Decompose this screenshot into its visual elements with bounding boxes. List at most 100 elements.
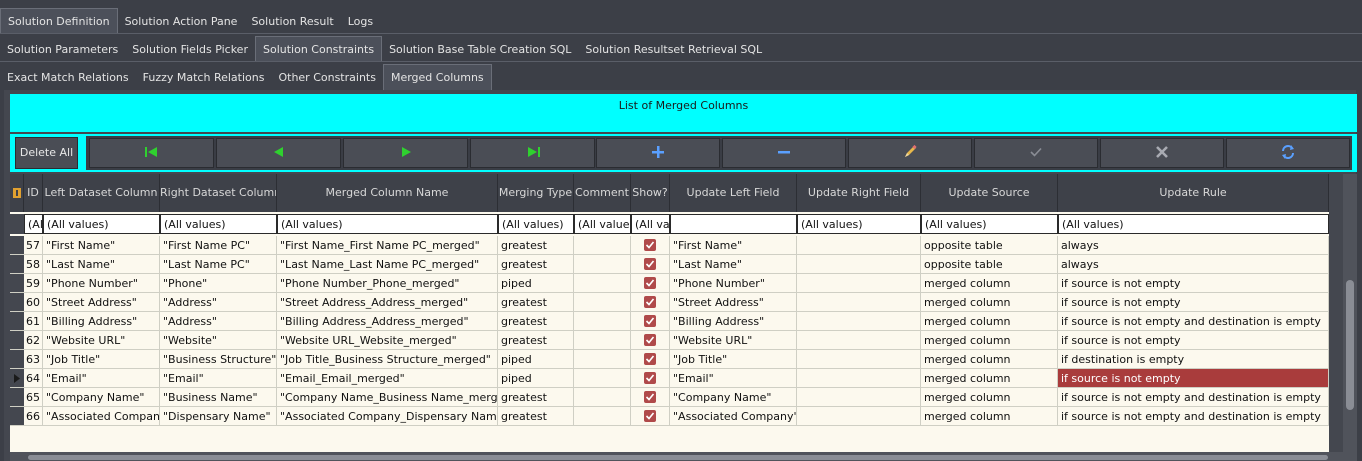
- post-button[interactable]: [974, 138, 1098, 168]
- filter-source[interactable]: (All values): [921, 214, 1058, 234]
- cell-right[interactable]: "Dispensary Name": [160, 407, 277, 426]
- filter-upd-left[interactable]: [670, 214, 797, 234]
- horizontal-scroll-thumb[interactable]: [28, 455, 1328, 460]
- filter-type[interactable]: (All values): [498, 214, 574, 234]
- column-header-upd-left[interactable]: Update Left Field: [670, 174, 797, 212]
- cell-show[interactable]: [631, 407, 670, 426]
- filter-show[interactable]: (All va: [631, 214, 670, 234]
- cell-type[interactable]: piped: [498, 274, 574, 293]
- cell-comment[interactable]: [574, 312, 631, 331]
- cell-upd-right[interactable]: [797, 312, 921, 331]
- tab-solution-parameters[interactable]: Solution Parameters: [0, 38, 125, 62]
- show-checkbox[interactable]: [644, 315, 656, 327]
- refresh-button[interactable]: [1226, 138, 1350, 168]
- cell-left[interactable]: "Phone Number": [43, 274, 160, 293]
- cell-upd-left[interactable]: "Job Title": [670, 350, 797, 369]
- cell-type[interactable]: greatest: [498, 388, 574, 407]
- cell-upd-right[interactable]: [797, 274, 921, 293]
- tab-exact-match-relations[interactable]: Exact Match Relations: [0, 66, 136, 90]
- show-checkbox[interactable]: [644, 277, 656, 289]
- row-indicator[interactable]: [10, 388, 24, 407]
- cell-merged[interactable]: "Phone Number_Phone_merged": [277, 274, 498, 293]
- cell-left[interactable]: "Company Name": [43, 388, 160, 407]
- cell-rule[interactable]: if source is not empty and destination i…: [1058, 388, 1329, 407]
- cell-left[interactable]: "Street Address": [43, 293, 160, 312]
- cell-type[interactable]: greatest: [498, 407, 574, 426]
- cell-rule[interactable]: if source is not empty: [1058, 331, 1329, 350]
- first-record-button[interactable]: [89, 138, 214, 168]
- filter-merged[interactable]: (All values): [277, 214, 498, 234]
- row-indicator[interactable]: [10, 255, 24, 274]
- tab-solution-resultset-retrieval-sql[interactable]: Solution Resultset Retrieval SQL: [578, 38, 769, 62]
- tab-solution-constraints[interactable]: Solution Constraints: [254, 36, 383, 62]
- row-indicator[interactable]: [10, 407, 24, 426]
- cell-comment[interactable]: [574, 407, 631, 426]
- cell-upd-left[interactable]: "Associated Company": [670, 407, 797, 426]
- cell-show[interactable]: [631, 236, 670, 255]
- cell-source[interactable]: merged column: [921, 312, 1058, 331]
- cell-right[interactable]: "Business Name": [160, 388, 277, 407]
- cell-upd-right[interactable]: [797, 369, 921, 388]
- cell-left[interactable]: "Email": [43, 369, 160, 388]
- cell-merged[interactable]: "Billing Address_Address_merged": [277, 312, 498, 331]
- insert-button[interactable]: [596, 138, 720, 168]
- show-checkbox[interactable]: [644, 391, 656, 403]
- cell-id[interactable]: 58: [24, 255, 43, 274]
- row-indicator[interactable]: [10, 274, 24, 293]
- cell-merged[interactable]: "Associated Company_Dispensary Name_merg…: [277, 407, 498, 426]
- column-header-type[interactable]: Merging Type: [498, 174, 574, 212]
- column-header-left[interactable]: Left Dataset Column: [43, 174, 160, 212]
- cell-source[interactable]: opposite table: [921, 236, 1058, 255]
- cell-upd-right[interactable]: [797, 388, 921, 407]
- cell-upd-right[interactable]: [797, 350, 921, 369]
- tab-solution-fields-picker[interactable]: Solution Fields Picker: [125, 38, 255, 62]
- cell-show[interactable]: [631, 369, 670, 388]
- cell-left[interactable]: "First Name": [43, 236, 160, 255]
- cell-upd-left[interactable]: "Website URL": [670, 331, 797, 350]
- column-header-right[interactable]: Right Dataset Column: [160, 174, 277, 212]
- cell-comment[interactable]: [574, 369, 631, 388]
- filter-upd-right[interactable]: (All values): [797, 214, 921, 234]
- cell-source[interactable]: merged column: [921, 369, 1058, 388]
- show-checkbox[interactable]: [644, 258, 656, 270]
- cell-upd-left[interactable]: "Email": [670, 369, 797, 388]
- cell-merged[interactable]: "Company Name_Business Name_merged": [277, 388, 498, 407]
- cell-right[interactable]: "Address": [160, 312, 277, 331]
- cell-comment[interactable]: [574, 236, 631, 255]
- filter-right[interactable]: (All values): [160, 214, 277, 234]
- cell-left[interactable]: "Last Name": [43, 255, 160, 274]
- cell-upd-right[interactable]: [797, 407, 921, 426]
- tab-solution-definition[interactable]: Solution Definition: [0, 8, 118, 34]
- cell-show[interactable]: [631, 274, 670, 293]
- cell-id[interactable]: 57: [24, 236, 43, 255]
- cell-rule[interactable]: if source is not empty and destination i…: [1058, 407, 1329, 426]
- cell-merged[interactable]: "Job Title_Business Structure_merged": [277, 350, 498, 369]
- show-checkbox[interactable]: [644, 372, 656, 384]
- cell-rule[interactable]: if destination is empty: [1058, 350, 1329, 369]
- show-checkbox[interactable]: [644, 410, 656, 422]
- column-header-merged[interactable]: Merged Column Name: [277, 174, 498, 212]
- cell-id[interactable]: 66: [24, 407, 43, 426]
- filter-id[interactable]: (Al: [24, 214, 43, 234]
- cell-show[interactable]: [631, 255, 670, 274]
- cell-upd-left[interactable]: "Billing Address": [670, 312, 797, 331]
- cell-show[interactable]: [631, 388, 670, 407]
- last-record-button[interactable]: [470, 138, 595, 168]
- cell-source[interactable]: merged column: [921, 293, 1058, 312]
- cell-merged[interactable]: "Website URL_Website_merged": [277, 331, 498, 350]
- show-checkbox[interactable]: [644, 296, 656, 308]
- cell-rule[interactable]: always: [1058, 236, 1329, 255]
- cell-type[interactable]: piped: [498, 350, 574, 369]
- cell-rule[interactable]: if source is not empty: [1058, 293, 1329, 312]
- cell-upd-right[interactable]: [797, 255, 921, 274]
- cell-merged[interactable]: "Last Name_Last Name PC_merged": [277, 255, 498, 274]
- cell-rule[interactable]: if source is not empty: [1058, 369, 1329, 388]
- show-checkbox[interactable]: [644, 334, 656, 346]
- tab-solution-base-table-creation-sql[interactable]: Solution Base Table Creation SQL: [382, 38, 578, 62]
- column-header-show[interactable]: Show?: [631, 174, 670, 212]
- cell-upd-right[interactable]: [797, 236, 921, 255]
- cell-upd-left[interactable]: "Company Name": [670, 388, 797, 407]
- cell-upd-left[interactable]: "Phone Number": [670, 274, 797, 293]
- cell-id[interactable]: 65: [24, 388, 43, 407]
- cell-comment[interactable]: [574, 255, 631, 274]
